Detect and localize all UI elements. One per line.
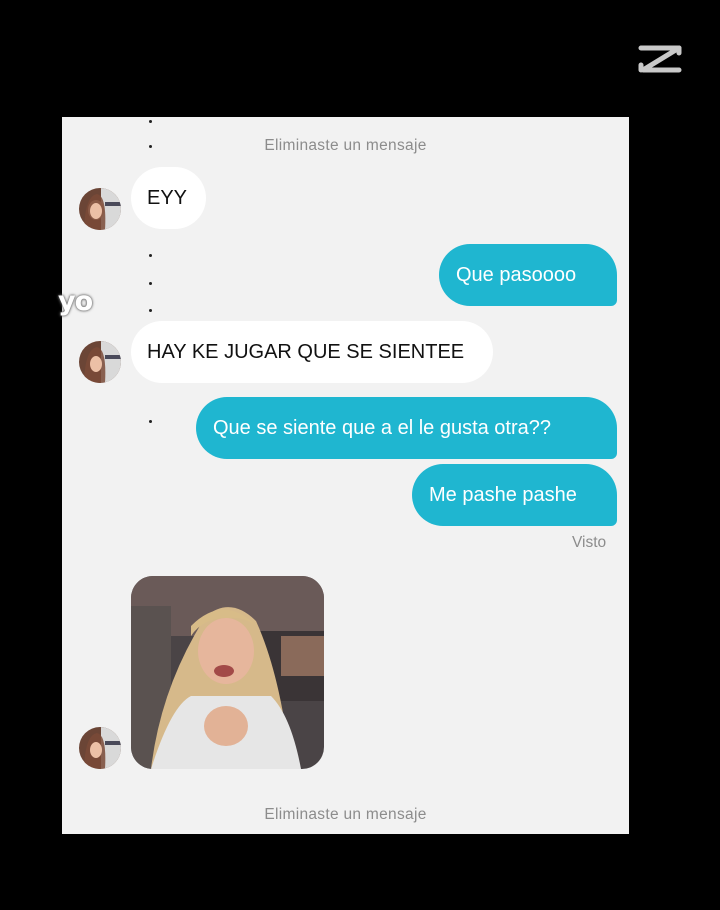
- avatar[interactable]: [79, 727, 121, 769]
- message-bubble-incoming[interactable]: HAY KE JUGAR QUE SE SIENTEE: [131, 321, 493, 383]
- deleted-message-notice: Eliminaste un mensaje: [264, 806, 427, 823]
- message-bubble-outgoing[interactable]: Me pashe pashe: [412, 464, 617, 526]
- dot: [149, 309, 152, 312]
- message-bubble-outgoing[interactable]: Que pasoooo: [439, 244, 617, 306]
- message-bubble-incoming[interactable]: EYY: [131, 167, 206, 229]
- avatar[interactable]: [79, 341, 121, 383]
- photo-message[interactable]: [131, 576, 324, 769]
- message-bubble-outgoing[interactable]: Que se siente que a el le gusta otra??: [196, 397, 617, 459]
- deleted-message-notice: Eliminaste un mensaje: [264, 137, 427, 154]
- seen-status: Visto: [572, 534, 607, 551]
- overlay-label: yo: [58, 286, 93, 317]
- dot: [149, 420, 152, 423]
- dot: [149, 120, 152, 123]
- dot: [149, 254, 152, 257]
- chat-panel: Eliminaste un mensaje EYY Que pasoooo HA…: [62, 117, 629, 834]
- capcut-logo-icon: [638, 45, 682, 73]
- dot: [149, 282, 152, 285]
- avatar[interactable]: [79, 188, 121, 230]
